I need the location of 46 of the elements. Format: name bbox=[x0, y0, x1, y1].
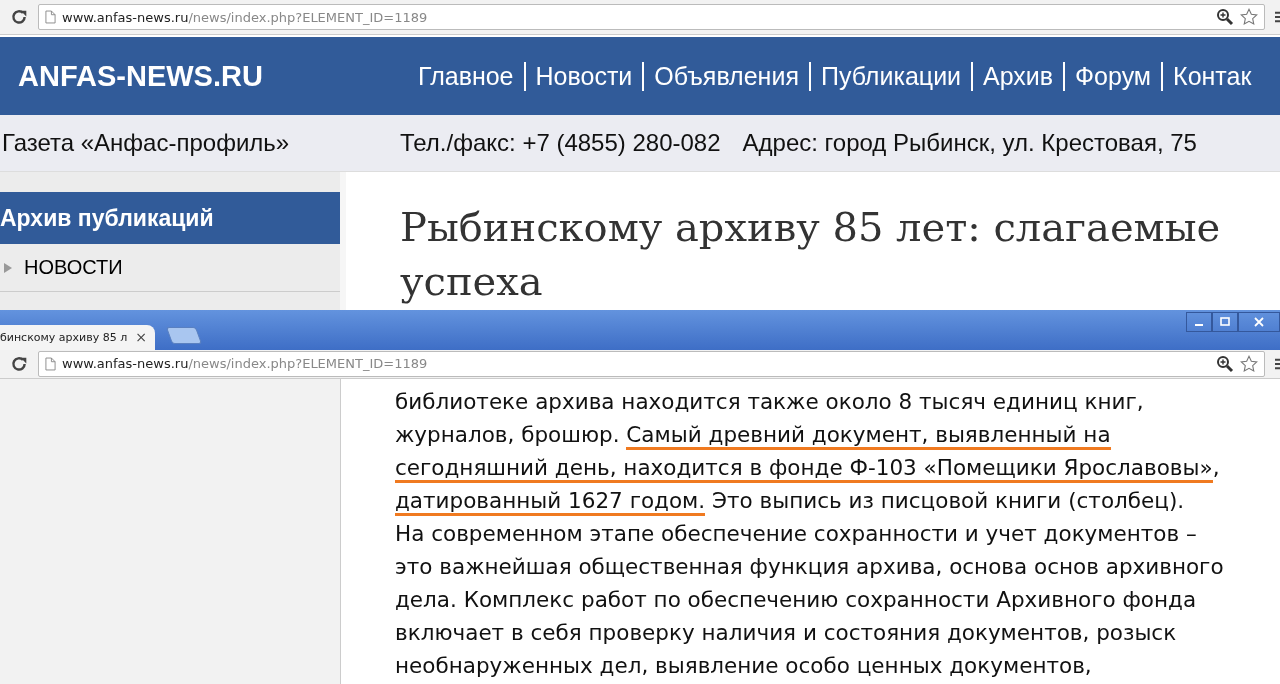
url-text: www.anfas-news.ru/news/index.php?ELEMENT_ID=1189 bbox=[62, 9, 428, 25]
phone-text: Тел./факс: +7 (4855) 280-082 bbox=[400, 129, 721, 157]
url-text: www.anfas-news.ru/news/index.php?ELEMENT_ID=1189 bbox=[62, 356, 428, 372]
menu-icon[interactable] bbox=[1275, 10, 1280, 24]
menu-icon[interactable] bbox=[1275, 356, 1280, 371]
article-line: включает в себя проверку наличия и состояния документов, розыск bbox=[395, 619, 1178, 647]
sidebar-item[interactable]: НОВОСТИ bbox=[0, 244, 340, 292]
tab-close-button[interactable]: × bbox=[135, 329, 147, 346]
article-line: На современном этапе обеспечение сохранности и учет документов – bbox=[395, 520, 1198, 548]
minimize-icon bbox=[1195, 324, 1203, 326]
article-line: библиотеке архива находится также около 8 тысяч единиц книг, bbox=[395, 388, 1145, 416]
maximize-button[interactable] bbox=[1212, 312, 1238, 332]
article-line: это важнейшая общественная функция архива, основа основ архивного bbox=[395, 553, 1225, 581]
nav-link[interactable]: Архив bbox=[971, 61, 1064, 91]
address-bar[interactable]: www.anfas-news.ru/news/index.php?ELEMENT_ID=1189 bbox=[38, 4, 1265, 30]
article-line: необнаруженных дел, выявление особо ценных документов, bbox=[395, 652, 1093, 680]
address-text: Адрес: город Рыбинск, ул. Крестовая, 75 bbox=[742, 129, 1197, 157]
close-icon bbox=[1253, 316, 1265, 328]
newspaper-name: Газета «Анфас-профиль» bbox=[1, 129, 291, 157]
maximize-icon bbox=[1219, 316, 1231, 328]
address-bar[interactable]: www.anfas-news.ru/news/index.php?ELEMENT_ID=1189 bbox=[38, 350, 1265, 377]
article-line: сегодняшний день, находится в фонде Ф-103 «Помещики Ярославовы», bbox=[395, 453, 1280, 486]
nav-link[interactable]: Главное bbox=[408, 61, 524, 91]
nav-link[interactable]: Форум bbox=[1063, 61, 1162, 91]
site-logo[interactable]: ANFAS-NEWS.RU bbox=[18, 59, 408, 93]
star-icon[interactable] bbox=[1240, 354, 1258, 373]
article-line: датированный 1627 годом. Это выпись из писцовой книги (столбец). bbox=[395, 486, 1280, 519]
minimize-button[interactable] bbox=[1186, 312, 1212, 332]
nav-link[interactable]: Контак bbox=[1161, 61, 1262, 91]
reload-icon[interactable] bbox=[10, 8, 28, 26]
reload-icon[interactable] bbox=[10, 354, 28, 373]
nav-link[interactable]: Новости bbox=[523, 61, 643, 91]
zoom-icon[interactable] bbox=[1216, 8, 1234, 26]
article-line: дела. Комплекс работ по обеспечению сохранности Архивного фонда bbox=[395, 586, 1198, 614]
nav-link[interactable]: Объявления bbox=[642, 61, 809, 91]
zoom-icon[interactable] bbox=[1216, 354, 1234, 373]
browser-tab[interactable]: бинскому архиву 85 л × bbox=[0, 324, 155, 350]
nav-link[interactable]: Публикации bbox=[808, 61, 972, 91]
article-title: Рыбинскому архиву 85 лет: слагаемые успеха bbox=[400, 203, 1222, 306]
sidebar-heading: Архив публикаций bbox=[0, 192, 340, 244]
page-icon bbox=[45, 10, 56, 24]
page-icon bbox=[45, 356, 56, 371]
star-icon[interactable] bbox=[1240, 8, 1258, 26]
triangle-icon bbox=[4, 262, 12, 273]
article-line: журналов, брошюр. Самый древний документ, выявленный на bbox=[395, 420, 1280, 453]
close-button[interactable] bbox=[1238, 312, 1280, 332]
